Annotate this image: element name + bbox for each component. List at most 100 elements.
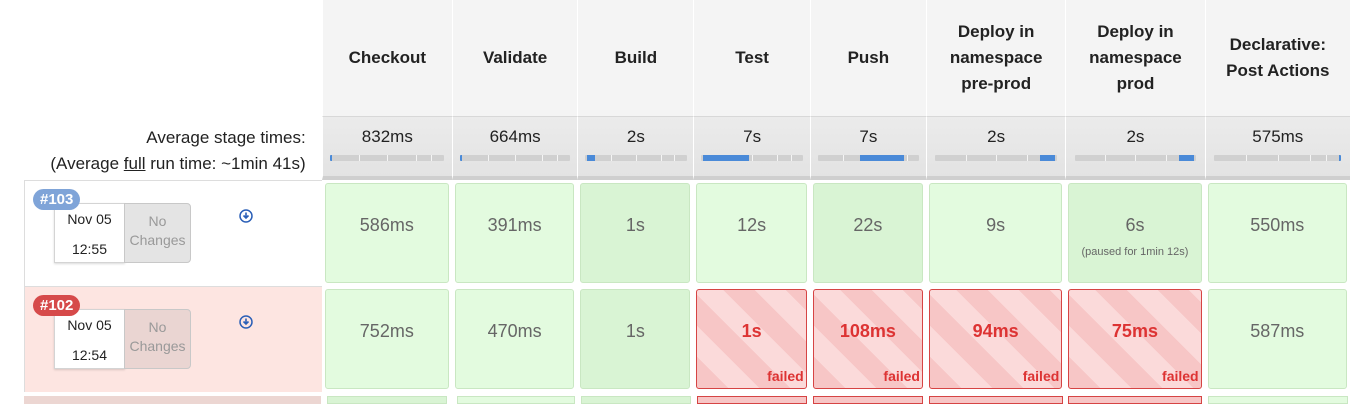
avg-time-bar	[460, 155, 570, 161]
time-bar-tick	[790, 155, 792, 161]
avg-time-bar	[330, 155, 445, 161]
avg-time-bar	[1074, 155, 1197, 161]
time-bar-tick	[556, 155, 558, 161]
stage-header-deploy-prod: Deploy in namespace prod	[1065, 0, 1205, 116]
time-bar-tick	[674, 155, 676, 161]
full-run-time-link[interactable]: full	[124, 154, 146, 173]
time-bar-tick	[1165, 155, 1167, 161]
avg-time-bar	[817, 155, 920, 161]
stage-cell[interactable]: 94ms failed	[926, 286, 1065, 392]
build-number-badge[interactable]: #103	[33, 189, 81, 210]
time-bar-tick	[965, 155, 967, 161]
time-bar-tick	[1026, 155, 1028, 161]
changes-box[interactable]: No Changes	[124, 203, 191, 263]
avg-time: 7s	[743, 127, 762, 146]
next-stage-peek	[929, 396, 1063, 404]
avg-stage-cell: 2s	[925, 116, 1066, 180]
time-bar-fill	[330, 155, 333, 161]
stage-result[interactable]: 752ms	[324, 289, 449, 389]
failed-tag: failed	[1022, 368, 1060, 384]
time-bar-tick	[358, 155, 360, 161]
average-label-line2: (Average full run time: ~1min 41s)	[24, 151, 305, 177]
time-bar-fill	[460, 155, 463, 161]
stage-cell[interactable]: 12s	[693, 180, 809, 286]
stage-cell[interactable]: 22s	[810, 180, 926, 286]
stage-header-test: Test	[693, 0, 810, 116]
next-stage-peek	[581, 396, 691, 404]
average-label: Average stage times: (Average full run t…	[24, 116, 322, 180]
stage-cell[interactable]: 6s (paused for 1min 12s)	[1065, 180, 1204, 286]
time-bar-fill	[587, 155, 596, 161]
stage-cell[interactable]: 75ms failed	[1065, 286, 1204, 392]
next-stage-peek	[813, 396, 923, 404]
build-info: #102 Nov 05 12:54 No Changes	[24, 286, 322, 392]
build-number-badge[interactable]: #102	[33, 295, 81, 316]
next-stage-peek	[1068, 396, 1202, 404]
average-stage-times-row: Average stage times: (Average full run t…	[24, 116, 1350, 180]
time-bar-tick	[1135, 155, 1137, 161]
avg-time: 2s	[1126, 127, 1145, 146]
stage-header-build: Build	[577, 0, 694, 116]
stage-result[interactable]: 550ms	[1207, 183, 1347, 283]
download-icon[interactable]	[239, 209, 253, 223]
time-bar-tick	[610, 155, 612, 161]
stage-result[interactable]: 22s	[812, 183, 923, 283]
stage-result[interactable]: 470ms	[454, 289, 575, 389]
stage-cell[interactable]: 1s	[577, 286, 693, 392]
time-bar-fill	[703, 155, 750, 161]
stage-result-failed[interactable]: 1s failed	[696, 289, 807, 389]
stage-result[interactable]: 1s	[580, 289, 691, 389]
build-row: #102 Nov 05 12:54 No Changes 752ms 470ms…	[24, 286, 1350, 392]
stage-result-failed[interactable]: 94ms failed	[928, 289, 1063, 389]
stage-cell[interactable]: 108ms failed	[810, 286, 926, 392]
build-info: #103 Nov 05 12:55 No Changes	[24, 180, 322, 286]
time-bar-tick	[661, 155, 663, 161]
stage-duration: 1s	[625, 321, 645, 341]
stage-duration: 1s	[741, 321, 762, 341]
time-bar-tick	[752, 155, 754, 161]
stage-result[interactable]: 9s	[928, 183, 1063, 283]
time-bar-tick	[1326, 155, 1328, 161]
stage-header-validate: Validate	[451, 0, 578, 116]
build-date-card: Nov 05 12:54	[54, 309, 125, 369]
stage-duration: 752ms	[359, 321, 414, 341]
next-stage-peek	[697, 396, 807, 404]
stage-result-failed[interactable]: 75ms failed	[1068, 289, 1202, 389]
header-spacer	[24, 0, 322, 116]
stage-cell[interactable]: 1s failed	[693, 286, 809, 392]
time-bar-tick	[996, 155, 998, 161]
stage-duration: 12s	[737, 215, 767, 235]
time-bar-tick	[1309, 155, 1311, 161]
stage-duration: 75ms	[1111, 321, 1158, 341]
stage-result[interactable]: 587ms	[1207, 289, 1347, 389]
avg-time: 7s	[859, 127, 878, 146]
avg-time: 664ms	[489, 127, 541, 146]
build-time: 12:55	[71, 241, 108, 257]
stage-cell[interactable]: 586ms	[322, 180, 452, 286]
build-date-card: Nov 05 12:55	[54, 203, 125, 263]
stage-duration: 22s	[853, 215, 883, 235]
stage-duration: 587ms	[1250, 321, 1305, 341]
stage-result-failed[interactable]: 108ms failed	[812, 289, 923, 389]
avg-stage-cell: 7s	[809, 116, 926, 180]
stage-cell[interactable]: 550ms	[1205, 180, 1350, 286]
avg-time-bar	[1214, 155, 1342, 161]
stage-result[interactable]: 1s	[580, 183, 691, 283]
failed-tag: failed	[767, 368, 804, 384]
stage-cell[interactable]: 1s	[577, 180, 693, 286]
changes-box[interactable]: No Changes	[124, 309, 191, 369]
stage-result[interactable]: 586ms	[324, 183, 449, 283]
time-bar-tick	[542, 155, 544, 161]
failed-tag: failed	[1162, 368, 1199, 384]
stage-duration: 94ms	[972, 321, 1019, 341]
stage-cell[interactable]: 752ms	[322, 286, 452, 392]
stage-result[interactable]: 391ms	[454, 183, 575, 283]
stage-cell[interactable]: 587ms	[1205, 286, 1350, 392]
download-icon[interactable]	[239, 315, 253, 329]
stage-cell[interactable]: 470ms	[452, 286, 577, 392]
stage-cell[interactable]: 391ms	[452, 180, 577, 286]
next-build-row-peek	[24, 396, 321, 404]
stage-result[interactable]: 12s	[696, 183, 807, 283]
stage-cell[interactable]: 9s	[926, 180, 1065, 286]
stage-result[interactable]: 6s (paused for 1min 12s)	[1068, 183, 1202, 283]
